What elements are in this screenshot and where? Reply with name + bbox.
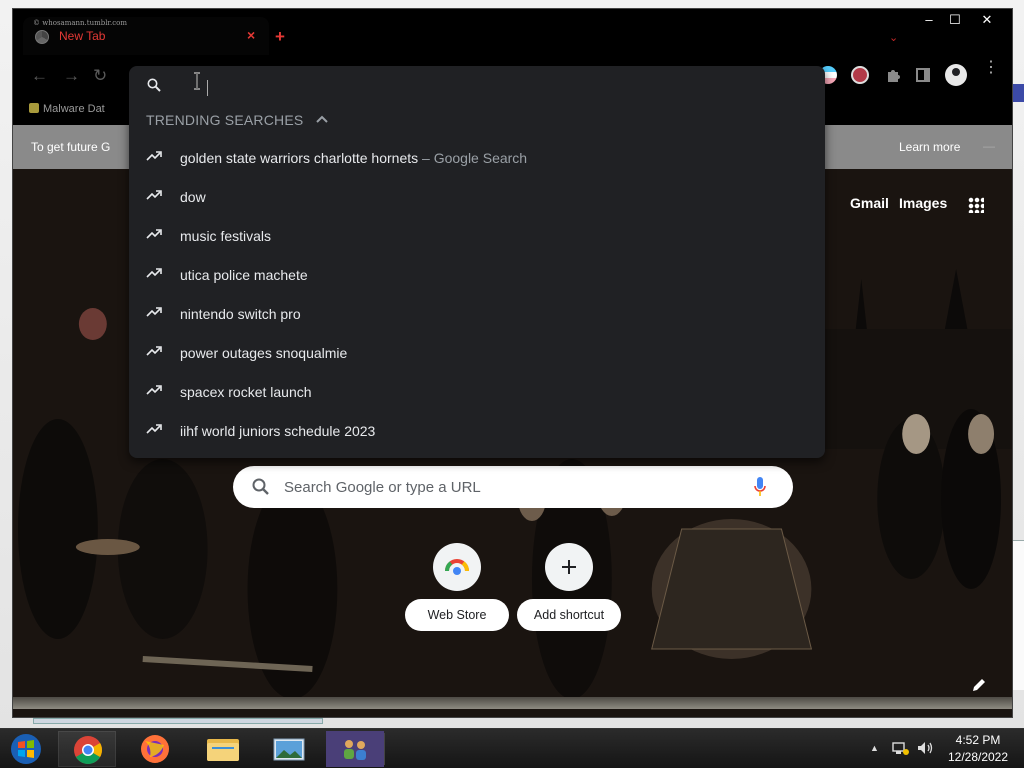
system-clock[interactable]: 4:52 PM 12/28/2022 (936, 732, 1020, 766)
trending-arrow-icon (146, 151, 162, 161)
network-icon[interactable] (892, 740, 910, 756)
new-tab-button[interactable]: + (275, 27, 285, 47)
suggestion-text: spacex rocket launch (180, 384, 312, 400)
maximize-button[interactable]: ☐ (939, 11, 971, 29)
learn-more-link[interactable]: Learn more (899, 140, 960, 154)
trending-arrow-icon (146, 307, 162, 317)
photo-viewer-icon[interactable] (260, 731, 318, 767)
chrome-favicon-icon (35, 30, 49, 44)
suggestion-text: iihf world juniors schedule 2023 (180, 423, 375, 439)
reload-button[interactable]: ↻ (93, 66, 107, 86)
background-window-edge (1012, 84, 1024, 102)
tab-close-icon[interactable]: × (247, 27, 255, 43)
suggestion-text: power outages snoqualmie (180, 345, 347, 361)
trending-arrow-icon (146, 346, 162, 356)
google-apps-icon[interactable] (968, 197, 984, 213)
info-bar-message: To get future G (31, 140, 111, 154)
web-store-icon (433, 543, 481, 591)
suggestion-query: power outages snoqualmie (180, 345, 348, 361)
suggestion-query: spacex rocket launch (180, 384, 312, 400)
suggestion-query: golden state warriors charlotte hornets (180, 150, 419, 166)
trending-arrow-icon (146, 268, 162, 278)
bookmark-item[interactable]: Malware Dat (29, 103, 105, 115)
add-shortcut-button[interactable]: Add shortcut (517, 543, 621, 631)
clock-time: 4:52 PM (955, 733, 1001, 747)
windows-start-icon[interactable] (6, 731, 46, 767)
avatar-extension-icon[interactable] (851, 66, 869, 84)
text-cursor-icon (194, 72, 200, 90)
menu-icon[interactable]: ⋮ (983, 60, 999, 76)
file-explorer-icon[interactable] (194, 731, 252, 767)
microphone-icon[interactable] (753, 476, 767, 498)
info-bar-close-icon[interactable]: — (983, 139, 995, 153)
shortcut-web-store[interactable]: Web Store (405, 543, 509, 631)
suggestion-text: music festivals (180, 228, 271, 244)
network-people-icon[interactable] (326, 731, 384, 767)
suggestion-item[interactable]: power outages snoqualmie (129, 333, 825, 372)
puzzle-icon[interactable] (885, 67, 903, 85)
suggestion-item[interactable]: utica police machete (129, 255, 825, 294)
suggestion-query: utica police machete (180, 267, 308, 283)
shortcut-label: Add shortcut (517, 599, 621, 631)
suggestion-query: nintendo switch pro (180, 306, 301, 322)
suggestion-query: music festivals (180, 228, 272, 244)
suggestion-text: nintendo switch pro (180, 306, 301, 322)
suggestion-item[interactable]: iihf world juniors schedule 2023 (129, 411, 825, 450)
search-icon (147, 78, 161, 92)
tab-search-icon[interactable]: ⌄ (889, 31, 898, 44)
chrome-icon[interactable] (58, 731, 116, 767)
bookmark-label: Malware Dat (43, 103, 105, 115)
shortcut-label: Web Store (405, 599, 509, 631)
search-icon (252, 478, 269, 495)
back-button[interactable]: ← (31, 66, 48, 86)
forward-button[interactable]: → (63, 66, 80, 86)
ntp-search-box[interactable]: Search Google or type a URL (233, 466, 793, 508)
suggestion-suffix: – Google Search (418, 150, 528, 166)
horizontal-scrollbar-thumb[interactable] (33, 718, 323, 724)
browser-window: © whosamann.tumblr.com New Tab × + ⌄ – ☐… (12, 8, 1013, 718)
suggestion-item[interactable]: golden state warriors charlotte hornets … (129, 138, 825, 177)
suggestion-text: golden state warriors charlotte hornets … (180, 150, 527, 166)
gmail-link[interactable]: Gmail (850, 195, 889, 211)
page-bottom-edge (13, 697, 1012, 709)
bookmark-folder-icon (29, 103, 39, 113)
taskbar: ▲ 4:52 PM 12/28/2022 (0, 728, 1024, 768)
profile-avatar[interactable] (945, 64, 967, 86)
taskbar-separator (384, 733, 385, 765)
chevron-up-icon[interactable] (315, 114, 329, 124)
plus-icon (545, 543, 593, 591)
suggestion-item[interactable]: nintendo switch pro (129, 294, 825, 333)
trending-arrow-icon (146, 385, 162, 395)
text-cursor (207, 80, 208, 96)
suggestion-text: utica police machete (180, 267, 308, 283)
close-window-button[interactable]: ✕ (971, 11, 1003, 29)
firefox-icon[interactable] (126, 731, 184, 767)
title-bar: © whosamann.tumblr.com New Tab × + ⌄ – ☐… (13, 9, 1012, 55)
suggestion-query: dow (180, 189, 206, 205)
suggestion-query: iihf world juniors schedule 2023 (180, 423, 376, 439)
trending-arrow-icon (146, 229, 162, 239)
suggestion-text: dow (180, 189, 206, 205)
section-title: TRENDING SEARCHES (146, 112, 304, 128)
omnibox-dropdown: TRENDING SEARCHES golden state warriors … (129, 66, 825, 458)
background-window-panel (1012, 540, 1024, 690)
search-placeholder: Search Google or type a URL (284, 479, 481, 496)
trending-arrow-icon (146, 424, 162, 434)
clock-date: 12/28/2022 (947, 750, 1009, 764)
trending-arrow-icon (146, 190, 162, 200)
tab-title: New Tab (59, 29, 106, 43)
volume-icon[interactable] (916, 740, 934, 756)
tab-watermark: © whosamann.tumblr.com (33, 19, 128, 27)
suggestion-item[interactable]: dow (129, 177, 825, 216)
tray-chevron-icon[interactable]: ▲ (870, 743, 879, 753)
tab-new-tab[interactable]: © whosamann.tumblr.com New Tab × (23, 17, 269, 55)
suggestion-item[interactable]: spacex rocket launch (129, 372, 825, 411)
images-link[interactable]: Images (899, 195, 947, 211)
omnibox-input[interactable] (173, 72, 793, 100)
suggestion-item[interactable]: music festivals (129, 216, 825, 255)
customize-pencil-icon[interactable] (971, 677, 987, 693)
sidepanel-icon[interactable] (915, 67, 933, 85)
